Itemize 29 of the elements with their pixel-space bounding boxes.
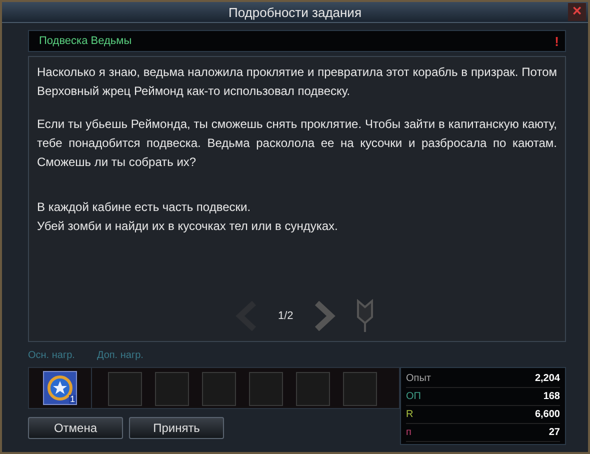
empty-reward-slot[interactable] bbox=[296, 372, 330, 406]
page-counter: 1/2 bbox=[278, 310, 294, 322]
alert-mark: ! bbox=[554, 34, 559, 48]
empty-reward-slot[interactable] bbox=[202, 372, 236, 406]
reward-item[interactable]: 1 bbox=[43, 371, 77, 405]
stat-label: R bbox=[406, 409, 414, 420]
dialog-button[interactable]: Отмена bbox=[28, 417, 123, 439]
item-count: 1 bbox=[68, 395, 76, 404]
window-title: Подробности задания bbox=[228, 4, 362, 20]
quest-paragraph: Если ты убьешь Реймонда, ты сможешь снять проклятие. Чтобы зайти в капитанскую каюту, тебе понадобится подвеска. Ведьма расколола ее на кусочки и разбросала по каютам. Сможешь ли ты собрать их? bbox=[37, 116, 557, 171]
star-medal-icon bbox=[47, 375, 73, 401]
stat-label: п bbox=[406, 427, 412, 438]
quest-paragraph: Насколько я знаю, ведьма наложила проклятие и превратила этот корабль в призрак. Потом Верховный жрец Реймонд как-то использовал подвеску. bbox=[37, 64, 557, 100]
stat-value: 27 bbox=[548, 427, 560, 438]
dialog-button[interactable]: Принять bbox=[129, 417, 224, 439]
empty-reward-slot[interactable] bbox=[155, 372, 189, 406]
empty-reward-slot[interactable] bbox=[343, 372, 377, 406]
empty-reward-slot[interactable] bbox=[108, 372, 142, 406]
stat-value: 6,600 bbox=[534, 409, 560, 420]
stat-label: Опыт bbox=[406, 373, 431, 384]
quest-paragraph: В каждой кабине есть часть подвески. Убей зомби и найди их в кусочках тел или в сундуках. bbox=[37, 199, 339, 235]
empty-reward-slot[interactable] bbox=[249, 372, 283, 406]
stat-value: 2,204 bbox=[534, 373, 560, 384]
close-button[interactable]: × bbox=[568, 3, 586, 21]
quest-name: Подвеска Ведьмы bbox=[39, 35, 132, 47]
stat-label: ОП bbox=[406, 391, 421, 402]
extra-reward-label: Доп. нагр. bbox=[96, 350, 144, 361]
stat-value: 168 bbox=[543, 391, 560, 402]
main-reward-label: Осн. нагр. bbox=[28, 350, 75, 361]
